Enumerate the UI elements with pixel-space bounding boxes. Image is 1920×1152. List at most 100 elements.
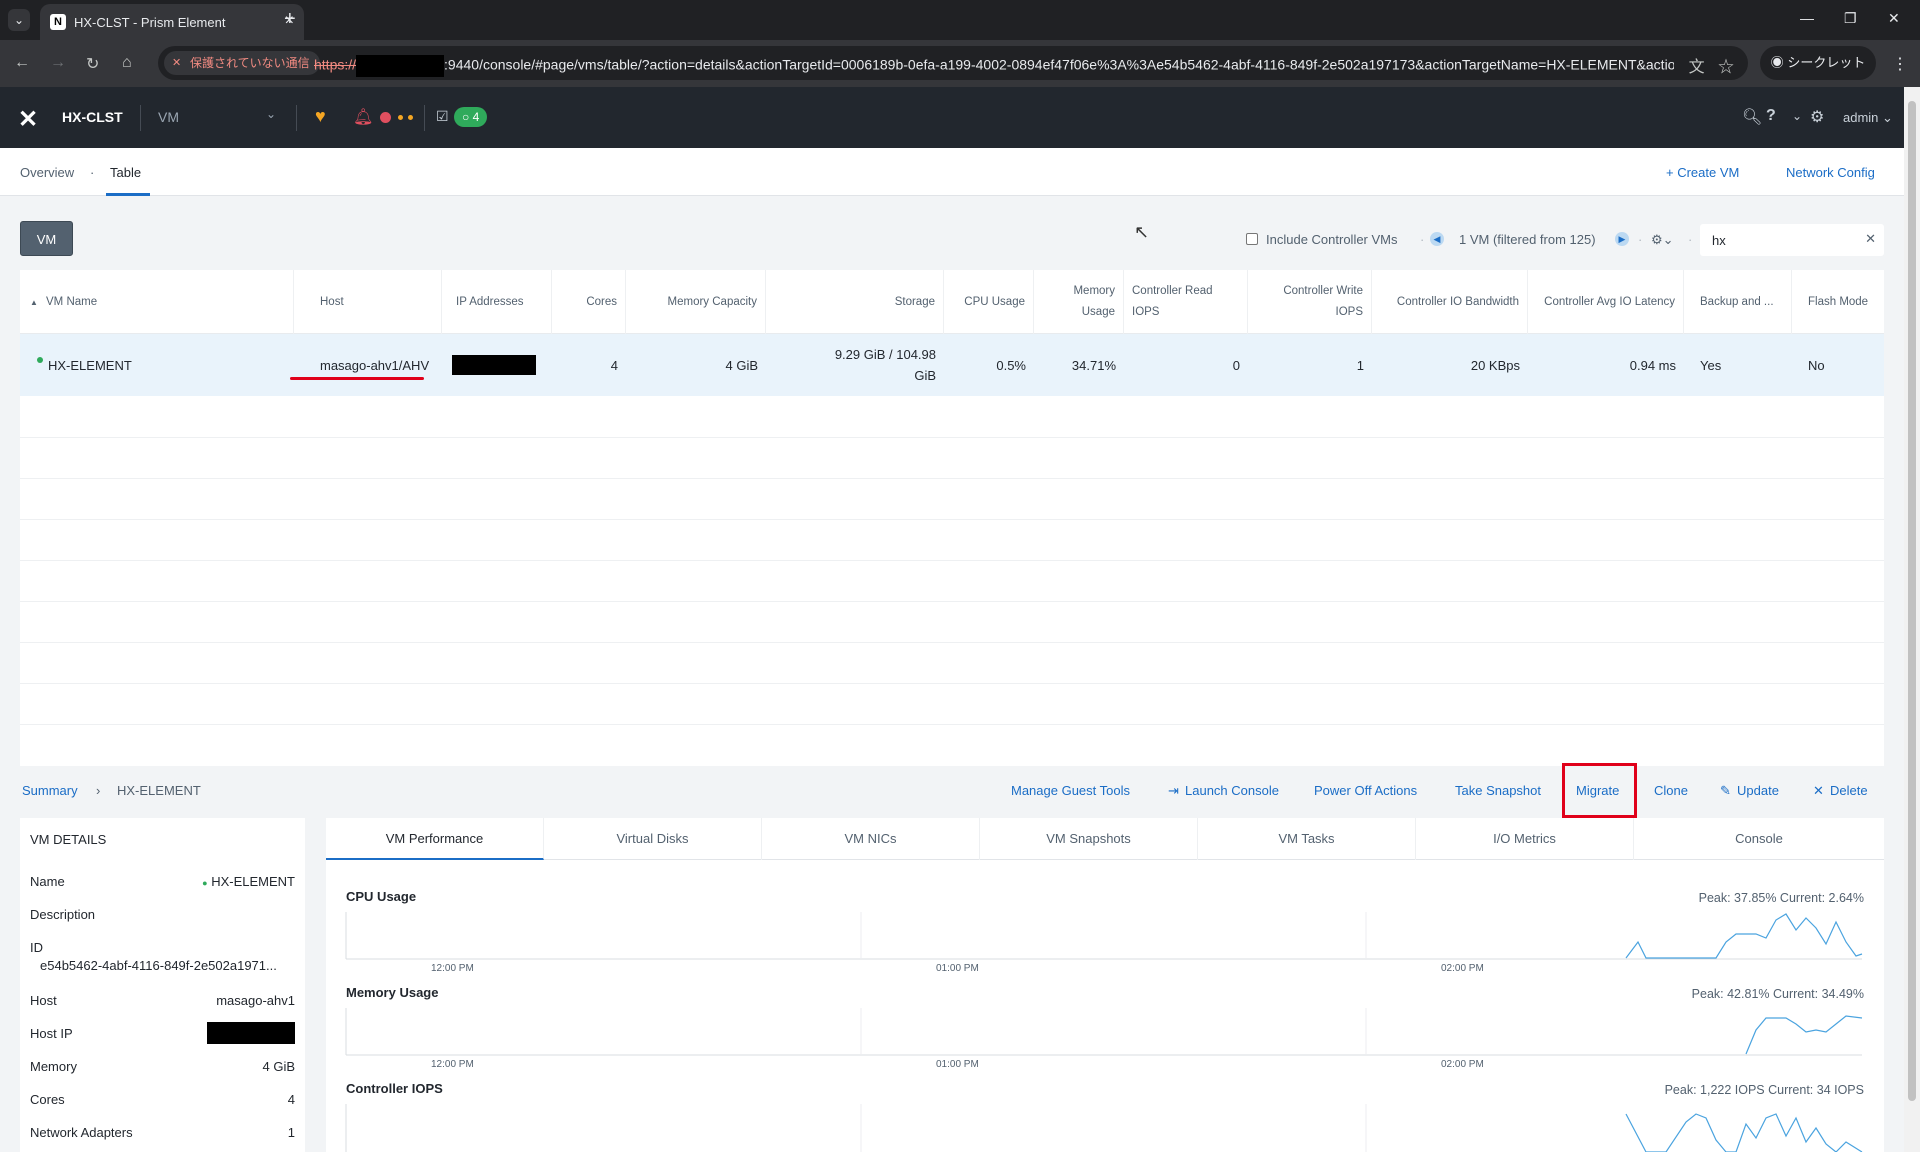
cell-host[interactable]: masago-ahv1/AHV <box>294 334 442 396</box>
warning-dot[interactable] <box>398 115 403 120</box>
col-bandwidth[interactable]: Controller IO Bandwidth <box>1372 270 1528 334</box>
col-mem-usage[interactable]: Memory Usage <box>1034 270 1124 334</box>
col-cpu[interactable]: CPU Usage <box>944 270 1034 334</box>
filter-separator: · <box>1420 232 1425 247</box>
manage-guest-tools-button[interactable]: Manage Guest Tools <box>1011 783 1130 798</box>
help-icon[interactable]: ? <box>1766 107 1776 125</box>
breadcrumb-vm: HX-ELEMENT <box>117 783 201 798</box>
include-controller-label[interactable]: Include Controller VMs <box>1266 232 1398 247</box>
help-chevron-icon[interactable]: ⌄ <box>1792 109 1802 123</box>
col-cores[interactable]: Cores <box>552 270 626 334</box>
vm-type-button[interactable]: VM <box>20 221 73 256</box>
delete-button[interactable]: Delete <box>1830 783 1868 798</box>
browser-tab[interactable]: N HX-CLST - Prism Element × <box>40 4 304 40</box>
settings-gear-icon[interactable]: ⚙ <box>1810 107 1824 127</box>
breadcrumb-summary[interactable]: Summary <box>22 783 78 798</box>
insecure-badge[interactable]: 保護されていない通信 <box>164 51 320 75</box>
tab-table[interactable]: Table <box>110 165 141 180</box>
view-selector[interactable]: VM <box>158 109 179 125</box>
browser-toolbar: ← → ↻ ⌂ 保護されていない通信 https://:9440/console… <box>0 40 1920 87</box>
forward-icon[interactable]: → <box>50 54 66 72</box>
user-menu[interactable]: admin ⌄ <box>1843 110 1893 126</box>
col-read-iops[interactable]: Controller Read IOPS <box>1124 270 1248 334</box>
col-ip[interactable]: IP Addresses <box>442 270 552 334</box>
col-backup[interactable]: Backup and ... <box>1684 270 1792 334</box>
detail-id: ID e54b5462-4abf-4116-849f-2e502a1971... <box>30 940 277 973</box>
mouse-cursor-icon: ↖ <box>1134 222 1150 242</box>
nutanix-favicon-icon: N <box>50 14 66 30</box>
clear-search-icon[interactable]: ✕ <box>1865 231 1876 247</box>
new-tab-icon[interactable]: + <box>284 8 296 31</box>
alert-bell-icon[interactable]: 🔔︎ <box>353 107 373 127</box>
col-host[interactable]: Host <box>294 270 442 334</box>
tasks-badge[interactable]: ○ 4 <box>454 107 488 127</box>
health-heart-icon[interactable]: ♥ <box>315 106 326 127</box>
col-write-iops[interactable]: Controller Write IOPS <box>1248 270 1372 334</box>
host-underline-annotation <box>290 377 424 380</box>
divider <box>140 105 141 131</box>
col-memory[interactable]: Memory Capacity <box>626 270 766 334</box>
critical-alert-dot[interactable] <box>380 112 391 123</box>
cell-memory: 4 GiB <box>725 357 758 373</box>
incognito-badge[interactable]: ◉ シークレット <box>1760 46 1876 80</box>
url-text[interactable]: https://:9440/console/#page/vms/table/?a… <box>314 55 1674 77</box>
col-flash[interactable]: Flash Mode <box>1792 270 1884 334</box>
delete-x-icon[interactable]: ✕ <box>1813 783 1824 799</box>
browser-menu-icon[interactable]: ⋮ <box>1892 54 1908 74</box>
empty-row-line <box>20 642 1884 643</box>
search-icon[interactable]: 🔍︎ <box>1742 107 1762 127</box>
col-storage[interactable]: Storage <box>766 270 944 334</box>
minimize-icon[interactable]: — <box>1800 10 1814 26</box>
breadcrumb-chevron-icon: › <box>96 783 101 798</box>
table-settings-gear-icon[interactable]: ⚙⌄ <box>1651 232 1674 248</box>
search-input[interactable]: hx ✕ <box>1700 224 1884 256</box>
scrollbar-thumb[interactable] <box>1908 101 1916 1101</box>
include-controller-checkbox[interactable] <box>1246 233 1258 245</box>
network-config-link[interactable]: Network Config <box>1786 165 1875 180</box>
vm-performance-panel: VM Performance Virtual Disks VM NICs VM … <box>326 818 1884 1152</box>
table-header: ▲ VM Name Host IP Addresses Cores Memory … <box>20 270 1884 334</box>
next-page-icon[interactable]: ▶ <box>1615 232 1629 246</box>
x-tick-label: 01:00 PM <box>936 963 979 974</box>
bookmark-star-icon: ☆ <box>1717 59 1734 76</box>
vm-details-title: VM DETAILS <box>30 832 107 847</box>
power-off-actions-button[interactable]: Power Off Actions <box>1314 783 1417 798</box>
launch-console-icon[interactable]: ⇥ <box>1168 783 1179 799</box>
clone-button[interactable]: Clone <box>1654 783 1688 798</box>
update-button[interactable]: Update <box>1737 783 1779 798</box>
prev-page-icon[interactable]: ◀ <box>1430 232 1444 246</box>
cell-bandwidth: 20 KBps <box>1470 357 1520 373</box>
cpu-sparkline <box>1625 913 1863 959</box>
reload-icon[interactable]: ↻ <box>86 54 99 74</box>
nutanix-logo-icon[interactable]: ✕ <box>18 105 38 134</box>
cell-vm-name[interactable]: HX-ELEMENT <box>20 334 294 396</box>
home-icon[interactable]: ⌂ <box>122 54 132 72</box>
tasks-clipboard-icon[interactable]: ☑ <box>436 108 449 125</box>
x-tick-label: 02:00 PM <box>1441 963 1484 974</box>
address-bar[interactable]: 保護されていない通信 https://:9440/console/#page/v… <box>158 46 1748 80</box>
col-latency[interactable]: Controller Avg IO Latency <box>1528 270 1684 334</box>
table-row[interactable]: HX-ELEMENT masago-ahv1/AHV 4 4 GiB 9.29 … <box>20 334 1884 396</box>
warning-dot[interactable] <box>408 115 413 120</box>
nav-dot: · <box>90 165 95 180</box>
cluster-name[interactable]: HX-CLST <box>62 109 123 125</box>
take-snapshot-button[interactable]: Take Snapshot <box>1455 783 1541 798</box>
divider <box>424 105 425 131</box>
restore-icon[interactable]: ❐ <box>1844 10 1857 27</box>
omnibox-icons[interactable]: 文 ☆ <box>1689 53 1734 77</box>
vm-table: ▲ VM Name Host IP Addresses Cores Memory … <box>20 270 1884 766</box>
tab-search-icon[interactable]: ⌄ <box>8 9 30 31</box>
page-scrollbar[interactable] <box>1904 87 1920 1152</box>
create-vm-link[interactable]: + Create VM <box>1666 165 1739 180</box>
redacted-ip <box>452 355 536 375</box>
window-close-icon[interactable]: ✕ <box>1888 10 1900 27</box>
back-icon[interactable]: ← <box>14 54 30 72</box>
search-value[interactable]: hx <box>1712 233 1726 248</box>
sort-asc-icon: ▲ <box>30 297 38 307</box>
launch-console-button[interactable]: Launch Console <box>1185 783 1279 798</box>
col-vm-name[interactable]: ▲ VM Name <box>20 270 294 334</box>
tab-overview[interactable]: Overview <box>20 165 74 180</box>
chevron-down-icon[interactable]: ⌄ <box>266 107 276 121</box>
pencil-icon[interactable]: ✎ <box>1720 783 1731 799</box>
cell-mem-usage: 34.71% <box>1071 357 1116 373</box>
